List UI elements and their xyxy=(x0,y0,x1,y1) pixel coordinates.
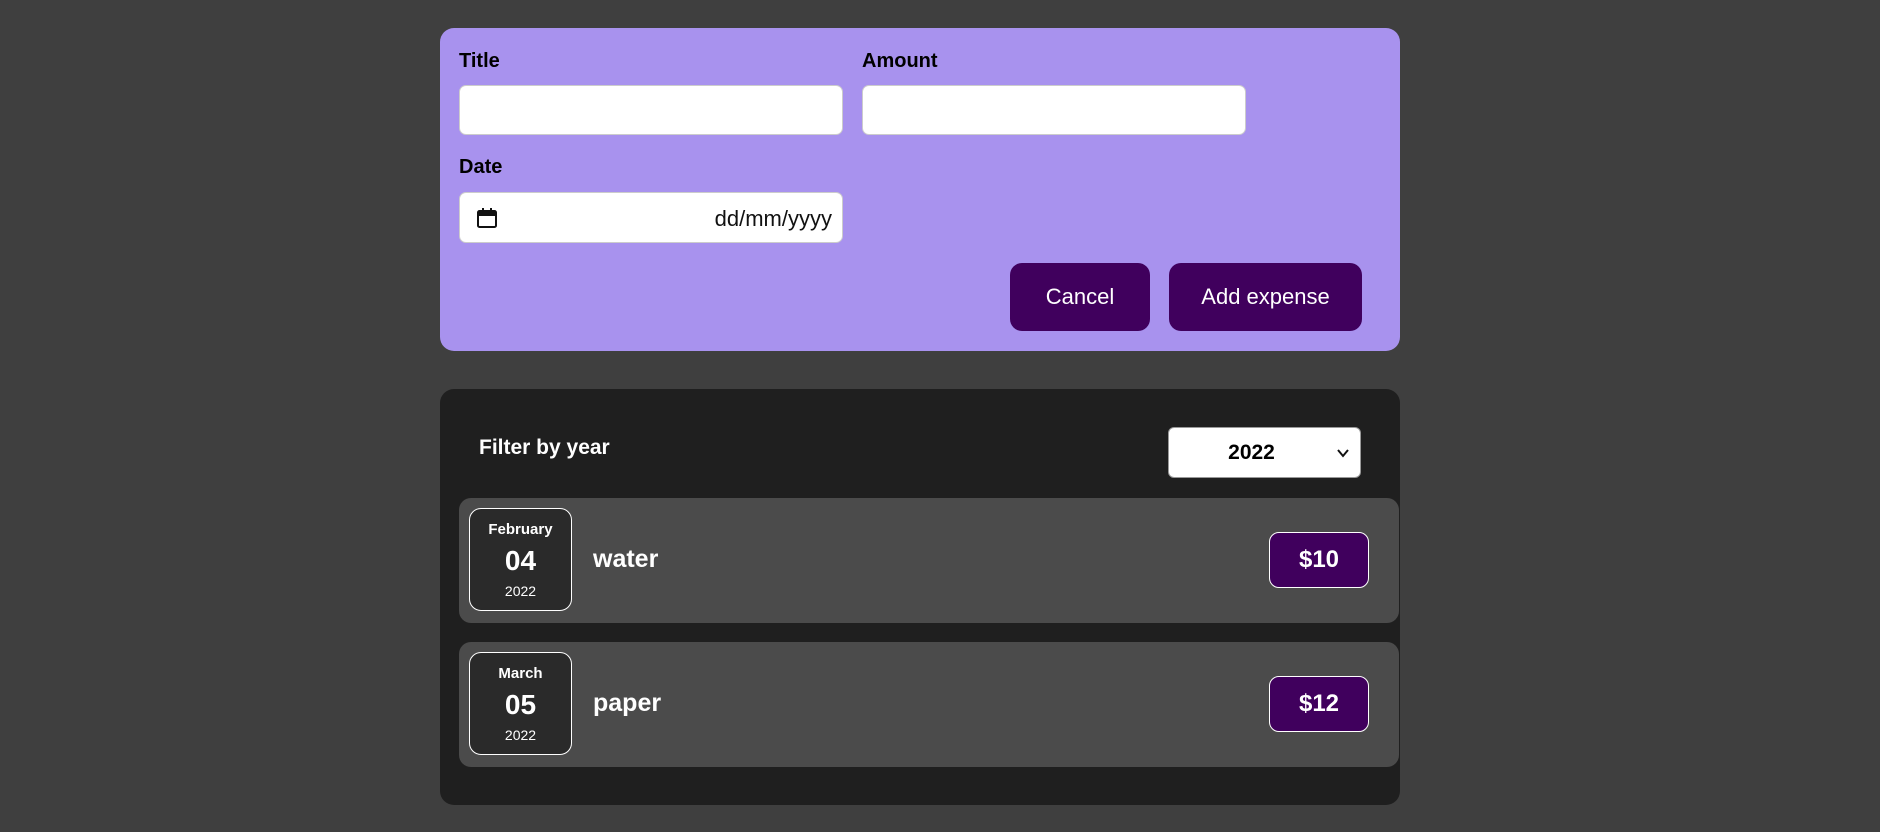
date-label: Date xyxy=(459,156,503,178)
expense-item[interactable]: March 05 2022 paper $12 xyxy=(459,642,1399,767)
expense-date: March 05 2022 xyxy=(469,652,572,755)
chevron-down-icon xyxy=(1336,446,1350,460)
add-expense-button[interactable]: Add expense xyxy=(1169,263,1362,331)
expense-year: 2022 xyxy=(504,727,537,743)
expense-title: paper xyxy=(593,689,662,717)
year-select-value: 2022 xyxy=(1228,441,1275,464)
year-filter-select[interactable]: 2022 xyxy=(1168,427,1361,478)
cancel-button[interactable]: Cancel xyxy=(1010,263,1150,331)
date-placeholder: dd/mm/yyyy xyxy=(714,206,832,231)
expense-price: $12 xyxy=(1269,676,1369,732)
expense-day: 04 xyxy=(504,545,537,576)
filter-label: Filter by year xyxy=(479,436,610,459)
expenses-panel: Filter by year 2022 February 04 2022 wat… xyxy=(440,389,1400,805)
date-input[interactable]: dd/mm/yyyy xyxy=(459,192,843,243)
expense-date: February 04 2022 xyxy=(469,508,572,611)
expense-month: February xyxy=(488,521,553,538)
expense-month: March xyxy=(498,665,543,682)
expense-year: 2022 xyxy=(504,583,537,599)
expense-day: 05 xyxy=(504,689,537,720)
title-input[interactable] xyxy=(459,85,843,135)
expense-item[interactable]: February 04 2022 water $10 xyxy=(459,498,1399,623)
calendar-icon[interactable] xyxy=(476,207,498,229)
expense-price: $10 xyxy=(1269,532,1369,588)
amount-label: Amount xyxy=(862,50,938,72)
title-label: Title xyxy=(459,50,500,72)
new-expense-form: Title Amount Date dd/mm/yyyy Cancel Add … xyxy=(440,28,1400,351)
amount-input[interactable] xyxy=(862,85,1246,135)
expense-title: water xyxy=(593,545,659,573)
